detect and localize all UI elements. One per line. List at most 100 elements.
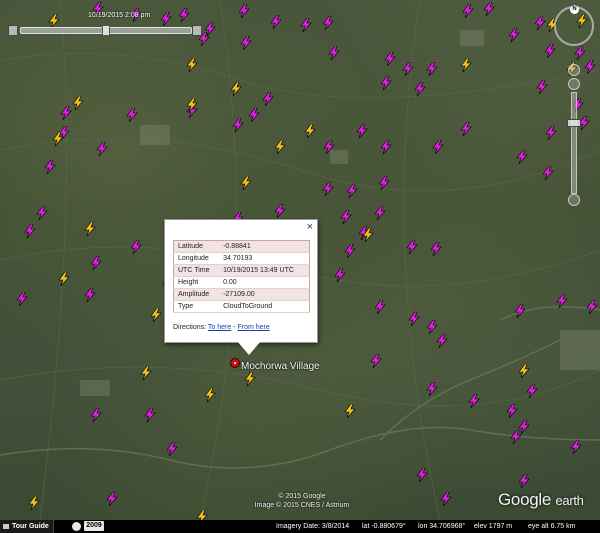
- lightning-strike-icon[interactable]: [84, 288, 96, 302]
- time-slider-left-button[interactable]: [8, 25, 18, 36]
- historical-imagery-icon[interactable]: [72, 522, 81, 531]
- lightning-strike-icon[interactable]: [506, 404, 518, 418]
- lightning-strike-icon[interactable]: [238, 4, 250, 18]
- lightning-strike-icon[interactable]: [166, 442, 178, 456]
- lightning-strike-icon[interactable]: [36, 206, 48, 220]
- lightning-strike-icon[interactable]: [460, 58, 472, 72]
- lightning-strike-icon[interactable]: [44, 160, 56, 174]
- lightning-strike-icon[interactable]: [462, 4, 474, 18]
- lightning-strike-icon[interactable]: [196, 510, 208, 520]
- lightning-strike-icon[interactable]: [436, 334, 448, 348]
- zoom-slider-thumb[interactable]: [567, 119, 581, 127]
- lightning-strike-icon[interactable]: [414, 82, 426, 96]
- north-indicator[interactable]: N: [570, 5, 579, 14]
- close-icon[interactable]: ×: [307, 222, 313, 233]
- lightning-strike-icon[interactable]: [262, 92, 274, 106]
- lightning-strike-icon[interactable]: [426, 62, 438, 76]
- lightning-strike-icon[interactable]: [270, 15, 282, 29]
- lightning-strike-icon[interactable]: [516, 150, 528, 164]
- lightning-strike-icon[interactable]: [370, 354, 382, 368]
- lightning-strike-icon[interactable]: [274, 204, 286, 218]
- lightning-strike-icon[interactable]: [402, 62, 414, 76]
- lightning-strike-icon[interactable]: [106, 492, 118, 506]
- from-here-link[interactable]: From here: [238, 324, 270, 331]
- lightning-strike-icon[interactable]: [84, 222, 96, 236]
- lightning-strike-icon[interactable]: [556, 294, 568, 308]
- lightning-strike-icon[interactable]: [300, 18, 312, 32]
- lightning-strike-icon[interactable]: [483, 2, 495, 16]
- lightning-strike-icon[interactable]: [204, 388, 216, 402]
- zoom-in-button[interactable]: [568, 78, 580, 90]
- lightning-strike-icon[interactable]: [344, 244, 356, 258]
- lightning-strike-icon[interactable]: [58, 272, 70, 286]
- lightning-strike-icon[interactable]: [240, 36, 252, 50]
- lightning-strike-icon[interactable]: [406, 240, 418, 254]
- lightning-strike-icon[interactable]: [518, 474, 530, 488]
- lightning-strike-icon[interactable]: [460, 122, 472, 136]
- lightning-strike-icon[interactable]: [346, 184, 358, 198]
- lightning-strike-icon[interactable]: [304, 124, 316, 138]
- time-slider-right-button[interactable]: [192, 25, 202, 36]
- lightning-strike-icon[interactable]: [334, 268, 346, 282]
- time-slider[interactable]: 10/19/2015 2:08 pm: [6, 8, 202, 36]
- lightning-strike-icon[interactable]: [28, 496, 40, 510]
- lightning-strike-icon[interactable]: [340, 210, 352, 224]
- lightning-strike-icon[interactable]: [52, 132, 64, 146]
- to-here-link[interactable]: To here: [208, 324, 231, 331]
- lightning-strike-icon[interactable]: [90, 256, 102, 270]
- lightning-strike-icon[interactable]: [322, 182, 334, 196]
- lightning-strike-icon[interactable]: [510, 430, 522, 444]
- lightning-strike-icon[interactable]: [514, 304, 526, 318]
- lightning-strike-icon[interactable]: [60, 106, 72, 120]
- lightning-strike-icon[interactable]: [328, 46, 340, 60]
- lightning-strike-icon[interactable]: [374, 300, 386, 314]
- lightning-strike-icon[interactable]: [432, 140, 444, 154]
- lightning-strike-icon[interactable]: [322, 16, 334, 30]
- lightning-strike-icon[interactable]: [440, 492, 452, 506]
- lightning-strike-icon[interactable]: [426, 320, 438, 334]
- lightning-strike-icon[interactable]: [126, 108, 138, 122]
- lightning-strike-icon[interactable]: [380, 140, 392, 154]
- lightning-strike-icon[interactable]: [186, 98, 198, 112]
- lightning-strike-icon[interactable]: [380, 76, 392, 90]
- lightning-strike-icon[interactable]: [362, 228, 374, 242]
- compass-ring[interactable]: N: [554, 5, 594, 46]
- lightning-strike-icon[interactable]: [150, 308, 162, 322]
- lightning-strike-icon[interactable]: [586, 300, 598, 314]
- lightning-strike-icon[interactable]: [90, 408, 102, 422]
- look-joystick[interactable]: [568, 64, 580, 76]
- lightning-strike-icon[interactable]: [130, 240, 142, 254]
- zoom-slider-track[interactable]: [571, 92, 577, 194]
- lightning-strike-icon[interactable]: [323, 140, 335, 154]
- lightning-strike-icon[interactable]: [232, 118, 244, 132]
- lightning-strike-icon[interactable]: [534, 16, 546, 30]
- tour-guide-button[interactable]: Tour Guide: [0, 520, 54, 533]
- lightning-strike-icon[interactable]: [526, 384, 538, 398]
- lightning-strike-icon[interactable]: [374, 206, 386, 220]
- lightning-strike-icon[interactable]: [248, 108, 260, 122]
- lightning-strike-icon[interactable]: [430, 242, 442, 256]
- lightning-strike-icon[interactable]: [408, 312, 420, 326]
- lightning-strike-icon[interactable]: [274, 140, 286, 154]
- lightning-strike-icon[interactable]: [186, 58, 198, 72]
- lightning-strike-icon[interactable]: [536, 80, 548, 94]
- lightning-strike-icon[interactable]: [518, 364, 530, 378]
- lightning-strike-icon[interactable]: [230, 82, 242, 96]
- lightning-strike-icon[interactable]: [416, 468, 428, 482]
- time-slider-thumb[interactable]: [102, 25, 110, 36]
- lightning-strike-icon[interactable]: [96, 142, 108, 156]
- satellite-map[interactable]: 10/19/2015 2:08 pm N Mochorwa Village × …: [0, 0, 600, 520]
- placemark-label[interactable]: Mochorwa Village: [241, 361, 320, 372]
- lightning-strike-icon[interactable]: [468, 394, 480, 408]
- lightning-strike-icon[interactable]: [72, 96, 84, 110]
- lightning-strike-icon[interactable]: [426, 382, 438, 396]
- lightning-strike-icon[interactable]: [508, 28, 520, 42]
- lightning-strike-icon[interactable]: [240, 176, 252, 190]
- lightning-strike-icon[interactable]: [244, 372, 256, 386]
- lightning-strike-icon[interactable]: [570, 440, 582, 454]
- lightning-strike-icon[interactable]: [356, 124, 368, 138]
- lightning-strike-icon[interactable]: [344, 404, 356, 418]
- lightning-strike-icon[interactable]: [378, 176, 390, 190]
- zoom-out-button[interactable]: [568, 194, 580, 206]
- lightning-strike-icon[interactable]: [140, 366, 152, 380]
